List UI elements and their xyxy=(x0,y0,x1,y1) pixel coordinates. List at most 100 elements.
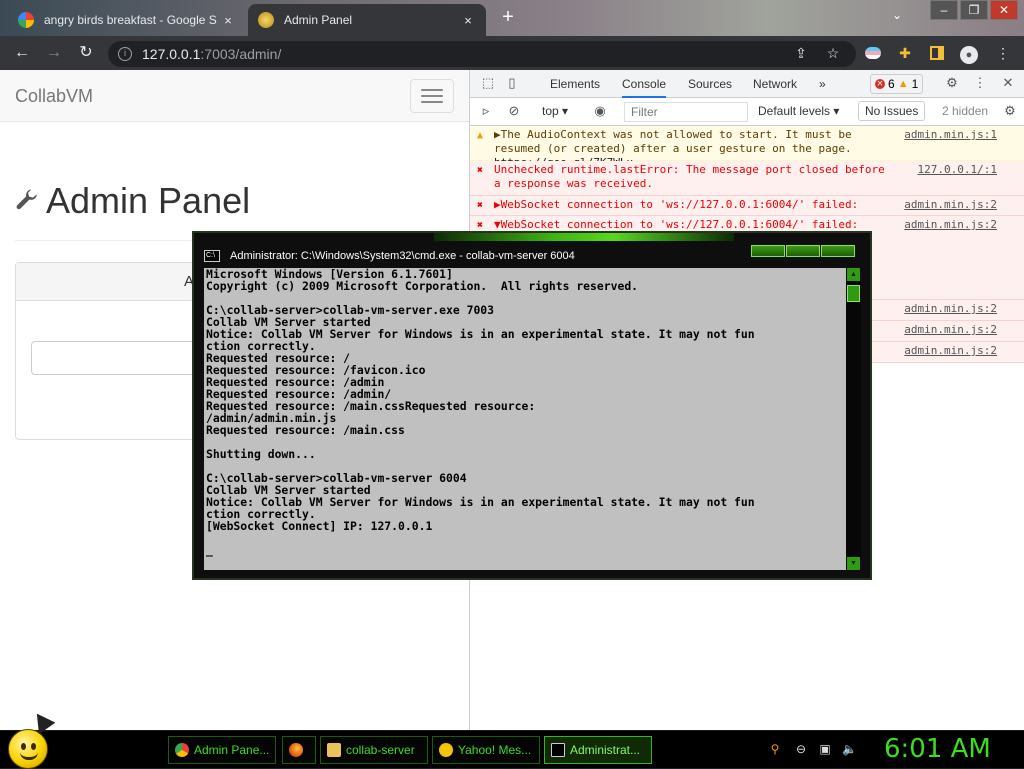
tab-sources[interactable]: Sources xyxy=(688,77,732,91)
taskbar-item-explorer[interactable]: collab-server xyxy=(320,736,428,764)
cmd-output-text: Microsoft Windows [Version 6.1.7601] Cop… xyxy=(206,268,755,557)
more-tabs-button[interactable]: » xyxy=(819,77,826,91)
message-source[interactable]: admin.min.js:2 xyxy=(904,323,997,337)
profile-avatar-icon[interactable]: ● xyxy=(960,44,978,64)
reload-icon[interactable]: ↻ xyxy=(76,43,96,63)
yahoo-smiley-icon xyxy=(439,743,453,757)
taskbar-item-firefox[interactable] xyxy=(282,736,316,764)
back-icon[interactable]: ← xyxy=(12,43,32,63)
taskbar-item-yahoo-messenger[interactable]: Yahoo! Mes... xyxy=(432,736,540,764)
wrench-icon xyxy=(16,189,37,210)
message-source[interactable]: admin.min.js:2 xyxy=(904,302,997,316)
new-tab-button[interactable]: + xyxy=(496,6,520,30)
cmd-icon: C:\ xyxy=(204,250,220,262)
tab-elements[interactable]: Elements xyxy=(550,77,600,91)
cmd-window[interactable]: C:\ Administrator: C:\Windows\System32\c… xyxy=(193,232,871,579)
close-tab-icon[interactable]: × xyxy=(220,13,236,28)
error-icon: ✖ xyxy=(477,220,484,231)
message-text: ▶WebSocket connection to 'ws://127.0.0.1… xyxy=(494,198,859,211)
scroll-down-icon[interactable]: ▼ xyxy=(847,557,860,570)
taskbar: Admin Pane... collab-server Yahoo! Mes..… xyxy=(0,729,1024,769)
message-source[interactable]: 127.0.0.1/:1 xyxy=(918,163,997,177)
error-icon: ✖ xyxy=(477,165,484,176)
search-icon[interactable]: ⚲ xyxy=(768,742,782,756)
scroll-thumb[interactable] xyxy=(847,285,860,302)
inspect-element-icon[interactable]: ⬚ xyxy=(480,75,496,91)
console-error[interactable]: ✖ Unchecked runtime.lastError: The messa… xyxy=(470,161,1024,196)
page-title: Admin Panel xyxy=(46,180,251,221)
tab-network[interactable]: Network xyxy=(753,77,797,91)
console-error[interactable]: ✖ ▶WebSocket connection to 'ws://127.0.0… xyxy=(470,196,1024,216)
minus-circle-icon[interactable]: ⊖ xyxy=(794,742,808,756)
clock[interactable]: 6:01 AM xyxy=(884,734,991,764)
volume-icon[interactable]: 🔈 xyxy=(842,742,857,756)
extensions-puzzle-icon[interactable]: ✚ xyxy=(896,44,914,62)
collabvm-favicon-icon xyxy=(258,12,274,28)
live-expression-eye-icon[interactable]: ◉ xyxy=(592,103,608,119)
console-warning[interactable]: ▲ ▶The AudioContext was not allowed to s… xyxy=(470,126,1024,169)
settings-gear-icon[interactable]: ⚙ xyxy=(944,75,960,91)
device-toolbar-icon[interactable]: ▯ xyxy=(504,75,520,91)
hamburger-bar xyxy=(421,101,443,103)
restore-icon[interactable]: ❐ xyxy=(960,0,988,20)
hamburger-bar xyxy=(421,95,443,97)
minimize-icon[interactable]: – xyxy=(930,0,958,20)
context-selector[interactable]: top ▾ xyxy=(542,104,568,118)
bookmark-star-icon[interactable]: ☆ xyxy=(824,44,842,62)
scroll-up-icon[interactable]: ▲ xyxy=(847,268,860,281)
cmd-console-output[interactable]: Microsoft Windows [Version 6.1.7601] Cop… xyxy=(204,268,846,570)
taskbar-item-chrome[interactable]: Admin Pane... xyxy=(168,736,276,764)
console-settings-icon[interactable]: ⚙ xyxy=(1002,103,1018,119)
tab-console[interactable]: Console xyxy=(622,77,667,98)
taskbar-item-label: Administrat... xyxy=(570,743,641,757)
close-tab-icon[interactable]: × xyxy=(460,13,476,28)
devtools-tab-bar: ⬚ ▯ Elements Console Sources Network » ✕… xyxy=(470,70,1024,98)
smiley-mouth xyxy=(20,752,38,760)
flag-extension-icon[interactable] xyxy=(864,44,882,62)
brand-logo[interactable]: CollabVM xyxy=(15,86,93,107)
warning-icon: ▲ xyxy=(477,130,484,141)
hidden-count: 2 hidden xyxy=(942,104,989,118)
start-button-smiley-icon[interactable] xyxy=(8,729,48,769)
message-source[interactable]: admin.min.js:2 xyxy=(904,218,997,232)
site-info-icon[interactable]: i xyxy=(118,47,132,61)
browser-menu-icon[interactable]: ⋮ xyxy=(994,44,1012,62)
tab-search-icon[interactable]: ⌄ xyxy=(892,8,902,22)
taskbar-item-label: Yahoo! Mes... xyxy=(458,743,532,757)
network-icon[interactable]: ▣ xyxy=(818,742,832,756)
side-panel-icon[interactable] xyxy=(928,44,946,62)
browser-toolbar: ← → ↻ i 127.0.0.1:7003/admin/ ⇪ ☆ ✚ ● ⋮ xyxy=(0,36,1024,70)
message-text: ▼WebSocket connection to 'ws://127.0.0.1… xyxy=(494,218,859,231)
url-path: :7003/admin/ xyxy=(200,46,282,62)
share-icon[interactable]: ⇪ xyxy=(792,44,810,62)
close-icon[interactable] xyxy=(821,245,855,257)
sidebar-toggle-icon[interactable]: ▹ xyxy=(478,103,494,119)
console-filter-input[interactable]: Filter xyxy=(624,102,748,122)
cmd-scrollbar[interactable]: ▲ ▼ xyxy=(846,268,861,570)
maximize-icon[interactable] xyxy=(786,245,820,257)
cmd-title-bar[interactable]: C:\ Administrator: C:\Windows\System32\c… xyxy=(204,247,575,265)
message-source[interactable]: admin.min.js:2 xyxy=(904,198,997,212)
error-icon: ✕ xyxy=(875,79,885,89)
forward-icon[interactable]: → xyxy=(44,43,64,63)
devtools-menu-icon[interactable]: ⋮ xyxy=(972,75,988,91)
issues-button[interactable]: No Issues xyxy=(858,101,926,121)
taskbar-item-label: Admin Pane... xyxy=(194,743,270,757)
tab-google-search[interactable]: angry birds breakfast - Google S × xyxy=(8,4,246,36)
message-text: Unchecked runtime.lastError: The message… xyxy=(494,163,885,190)
minimize-icon[interactable] xyxy=(751,245,785,257)
firefox-icon xyxy=(289,743,303,757)
message-source[interactable]: admin.min.js:2 xyxy=(904,344,997,358)
message-source[interactable]: admin.min.js:1 xyxy=(904,128,997,142)
navbar-toggle-button[interactable] xyxy=(410,79,454,113)
browser-tab-strip: angry birds breakfast - Google S × Admin… xyxy=(0,0,1024,36)
close-window-icon[interactable]: ✕ xyxy=(990,0,1018,20)
hamburger-bar xyxy=(421,89,443,91)
tab-admin-panel[interactable]: Admin Panel × xyxy=(248,4,486,36)
close-devtools-icon[interactable]: ✕ xyxy=(1000,75,1016,91)
clear-console-icon[interactable]: ⊘ xyxy=(506,103,522,119)
address-bar[interactable]: i 127.0.0.1:7003/admin/ xyxy=(108,41,856,67)
log-levels-dropdown[interactable]: Default levels ▾ xyxy=(758,104,839,118)
issue-counter[interactable]: ✕ 6 ▲ 1 xyxy=(870,74,924,94)
taskbar-item-cmd[interactable]: Administrat... xyxy=(544,736,652,764)
